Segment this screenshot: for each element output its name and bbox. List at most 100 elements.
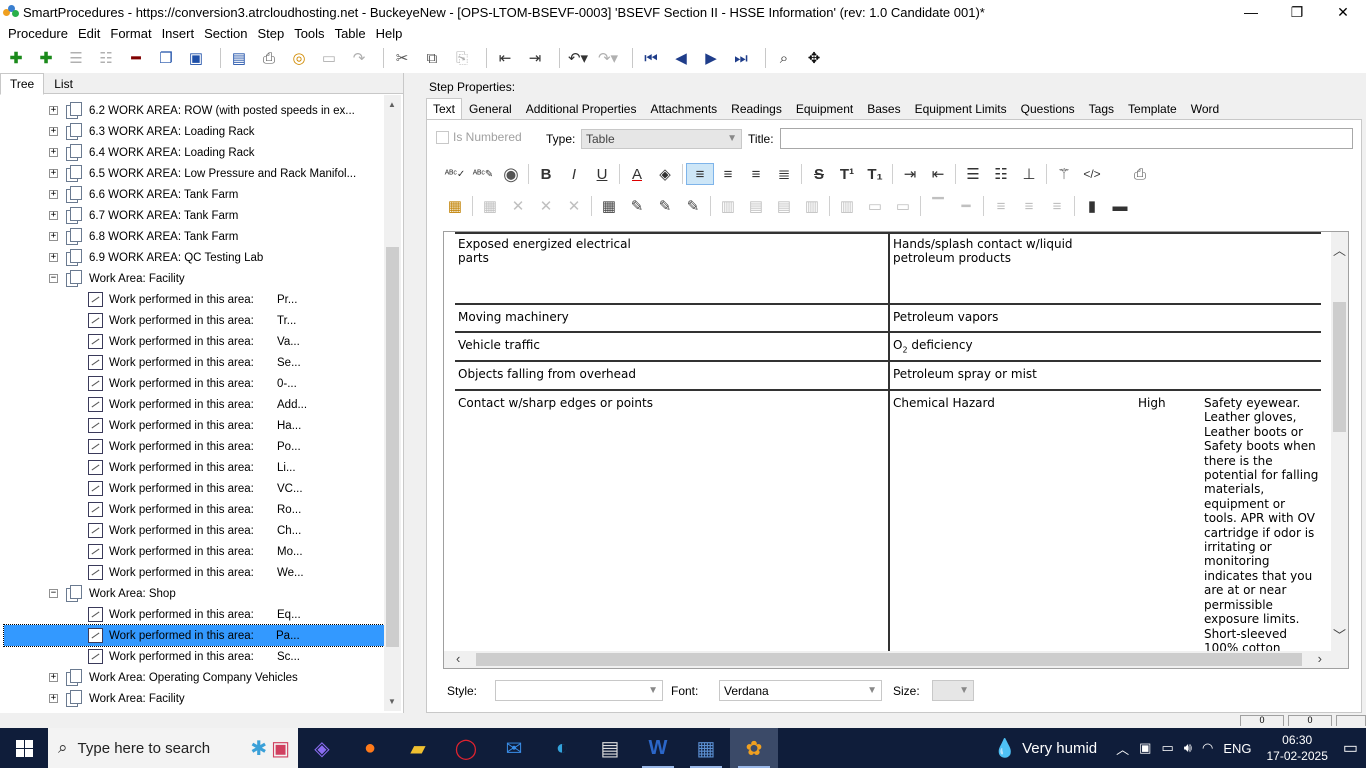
align-center-icon[interactable]: ≡ [714, 163, 742, 185]
tree-item[interactable]: Work performed in this area: VC... [88, 478, 303, 499]
delete-row-icon[interactable]: ✕ [532, 195, 560, 217]
fill-color-icon[interactable]: ◈ [651, 163, 679, 185]
type-select[interactable]: Table ▼ [581, 129, 742, 149]
move-icon[interactable]: ✥ [802, 46, 826, 70]
style-select[interactable]: ▼ [495, 680, 663, 701]
cell-r1-left[interactable]: Exposed energized electrical parts [458, 237, 648, 266]
tree-scroll-thumb[interactable] [386, 247, 399, 647]
tree-item[interactable]: Work performed in this area: Sc... [88, 646, 300, 667]
title-input[interactable] [780, 128, 1353, 149]
insert-col-right-icon[interactable]: ▥ [833, 195, 861, 217]
tree-item[interactable]: + Work Area: Operating Company Vehicles [49, 667, 298, 688]
tree-item[interactable]: Work performed in this area: Pa... [3, 624, 384, 647]
tree-item[interactable]: + Work Area: Facility [49, 688, 185, 709]
add-substep-icon[interactable]: ✚ [34, 46, 58, 70]
add-icon[interactable]: ✚ [4, 46, 28, 70]
delete-col-icon[interactable]: ✕ [560, 195, 588, 217]
expand-icon[interactable]: + [49, 148, 58, 157]
expand-icon[interactable]: + [49, 673, 58, 682]
copilot-icon[interactable]: ◈ [298, 728, 346, 768]
cell-align-left-icon[interactable]: ≡ [987, 195, 1015, 217]
spellcheck-icon[interactable]: ᴬᴮᶜ✓ [441, 163, 469, 185]
cell-align-center-icon[interactable]: ≡ [1015, 195, 1043, 217]
cell-r3-right[interactable]: O2 deficiency [893, 338, 973, 358]
menu-insert[interactable]: Insert [157, 26, 200, 41]
undo-icon[interactable]: ↶▾ [566, 46, 590, 70]
taskbar-search[interactable]: ⌕ Type here to search ✱ ▣ [48, 728, 298, 768]
tab-list[interactable]: List [44, 73, 83, 93]
cell-r1-right[interactable]: Hands/splash contact w/liquid petroleum … [893, 237, 1093, 266]
tab-equipment[interactable]: Equipment [789, 98, 860, 120]
bold-icon[interactable]: B [532, 163, 560, 185]
edit-cell-icon[interactable]: ✎ [623, 195, 651, 217]
table-props-icon[interactable]: ▦ [476, 195, 504, 217]
tree-item[interactable]: Work performed in this area: Li... [88, 457, 296, 478]
weather-widget[interactable]: 💧 Very humid [994, 738, 1097, 759]
insert-col-left-icon[interactable]: ▥ [798, 195, 826, 217]
tree-item[interactable]: +6.3 WORK AREA: Loading Rack [49, 121, 255, 142]
superscript-icon[interactable]: T¹ [833, 163, 861, 185]
previous-icon[interactable]: ◀ [669, 46, 693, 70]
tree-item[interactable]: Work performed in this area: We... [88, 562, 304, 583]
record-icon[interactable]: ◉ [497, 163, 525, 185]
tab-bases[interactable]: Bases [860, 98, 907, 120]
tree-item[interactable]: +6.9 WORK AREA: QC Testing Lab [49, 247, 263, 268]
last-icon[interactable]: ⏭ [729, 46, 753, 70]
tree-item[interactable]: +6.4 WORK AREA: Loading Rack [49, 142, 255, 163]
remove-icon[interactable]: ━ [124, 46, 148, 70]
tree-item[interactable]: +6.2 WORK AREA: ROW (with posted speeds … [49, 100, 355, 121]
tree-item[interactable]: Work performed in this area: Ro... [88, 499, 301, 520]
monitor-icon[interactable]: ▤ [227, 46, 251, 70]
find-icon[interactable]: ⌕ [772, 46, 796, 70]
first-icon[interactable]: ⏮ [639, 46, 663, 70]
next-icon[interactable]: ▶ [699, 46, 723, 70]
font-select[interactable]: Verdana ▼ [719, 680, 882, 701]
photo-app-icon[interactable]: ▤ [586, 728, 634, 768]
cell-align-right-icon[interactable]: ≡ [1043, 195, 1071, 217]
indent-icon[interactable]: ☰ [64, 46, 88, 70]
numbered-list-icon[interactable]: ☷ [987, 163, 1015, 185]
tree-item[interactable]: Work performed in this area: Eq... [88, 604, 301, 625]
tree-item[interactable]: +6.6 WORK AREA: Tank Farm [49, 184, 238, 205]
mail-icon[interactable]: ✉ [490, 728, 538, 768]
tab-questions[interactable]: Questions [1014, 98, 1082, 120]
cell-valign-mid-icon[interactable]: ━ [952, 195, 980, 217]
word-icon[interactable]: W [634, 728, 682, 768]
magic-wand-icon[interactable]: ⚚ [1050, 163, 1078, 185]
print-icon[interactable]: ⎙ [257, 46, 281, 70]
tree-item[interactable]: Work performed in this area: Pr... [88, 289, 297, 310]
subscript-icon[interactable]: T₁ [861, 163, 889, 185]
expand-icon[interactable]: + [49, 127, 58, 136]
align-right-icon[interactable]: ≡ [742, 163, 770, 185]
tree-item[interactable]: Work performed in this area: Ch... [88, 520, 301, 541]
cell-width-icon[interactable]: ▬ [1106, 195, 1134, 217]
edit-row-icon[interactable]: ✎ [651, 195, 679, 217]
cell-r2-left[interactable]: Moving machinery [458, 310, 569, 324]
save-icon[interactable]: ▣ [184, 46, 208, 70]
cut-icon[interactable]: ✂ [390, 46, 414, 70]
tab-word[interactable]: Word [1184, 98, 1226, 120]
size-select[interactable]: ▼ [932, 680, 974, 701]
scroll-right-icon[interactable]: › [1318, 651, 1322, 666]
document-hscroll-thumb[interactable] [476, 653, 1302, 666]
insert-row-above-icon[interactable]: ▤ [742, 195, 770, 217]
cell-r5-level[interactable]: High [1138, 396, 1166, 410]
globe-icon[interactable]: ◎ [287, 46, 311, 70]
tree-item[interactable]: − Work Area: Shop [49, 583, 176, 604]
expand-icon[interactable]: + [49, 211, 58, 220]
menu-table[interactable]: Table [330, 26, 371, 41]
insert-table-icon[interactable]: ▦ [441, 195, 469, 217]
cell-r5-right[interactable]: Chemical Hazard [893, 396, 995, 410]
strikethrough-icon[interactable]: S [805, 163, 833, 185]
increase-indent-icon[interactable]: ⇥ [896, 163, 924, 185]
tab-general[interactable]: General [462, 98, 519, 120]
tree-item[interactable]: Work performed in this area: Ha... [88, 415, 301, 436]
expand-icon[interactable]: + [49, 169, 58, 178]
expand-icon[interactable]: + [49, 253, 58, 262]
bullet-list-icon[interactable]: ☰ [959, 163, 987, 185]
cell-valign-top-icon[interactable]: ▔ [924, 195, 952, 217]
checkbox-box[interactable] [436, 130, 449, 144]
chevron-up-icon[interactable]: ︿ [1116, 739, 1129, 758]
cell-r4-left[interactable]: Objects falling from overhead [458, 367, 636, 381]
cell-height-icon[interactable]: ▮ [1078, 195, 1106, 217]
